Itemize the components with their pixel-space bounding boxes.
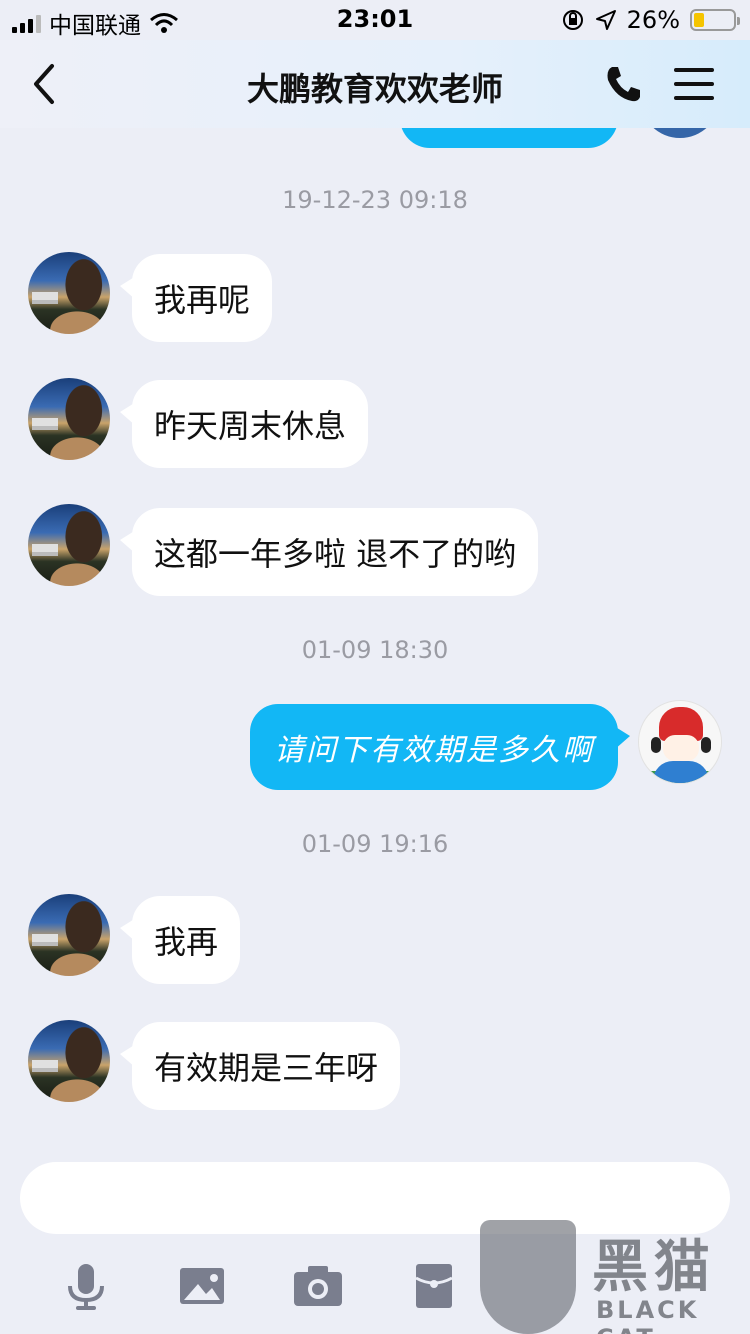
cat-shield-icon bbox=[480, 1220, 576, 1334]
timestamp: 19-12-23 09:18 bbox=[282, 186, 468, 214]
contact-avatar[interactable] bbox=[28, 894, 110, 976]
message-bubble-incoming[interactable]: 这都一年多啦 退不了的哟 bbox=[119, 508, 539, 596]
battery-icon bbox=[690, 9, 740, 31]
my-avatar[interactable] bbox=[640, 128, 720, 138]
rotation-lock-icon bbox=[562, 10, 583, 30]
microphone-icon[interactable] bbox=[56, 1256, 116, 1316]
message-bubble-outgoing[interactable] bbox=[400, 128, 618, 148]
nav-bar: 大鹏教育欢欢老师 bbox=[0, 40, 750, 128]
red-packet-icon[interactable] bbox=[404, 1256, 464, 1316]
battery-percent: 26% bbox=[626, 6, 680, 34]
my-avatar[interactable] bbox=[638, 700, 722, 784]
menu-icon[interactable] bbox=[674, 68, 714, 100]
message-bubble-incoming[interactable]: 有效期是三年呀 bbox=[119, 1022, 401, 1110]
watermark-subtitle: BLACK CAT bbox=[596, 1296, 700, 1334]
timestamp: 01-09 18:30 bbox=[301, 636, 449, 664]
contact-avatar[interactable] bbox=[28, 252, 110, 334]
message-bubble-outgoing[interactable]: 请问下有效期是多久啊 bbox=[250, 704, 630, 790]
black-cat-watermark: 黑猫 BLACK CAT bbox=[480, 1220, 750, 1334]
chat-area[interactable]: 19-12-23 09:18 我再呢 昨天周末休息 这都一年多啦 退不了的哟 0… bbox=[0, 128, 750, 1146]
timestamp: 01-09 19:16 bbox=[301, 830, 449, 858]
image-icon[interactable] bbox=[172, 1256, 232, 1316]
watermark-title: 黑猫 bbox=[592, 1235, 716, 1300]
contact-avatar[interactable] bbox=[28, 504, 110, 586]
camera-icon[interactable] bbox=[288, 1256, 348, 1316]
location-icon bbox=[595, 10, 616, 30]
status-right: 26% bbox=[561, 6, 740, 34]
message-bubble-incoming[interactable]: 我再呢 bbox=[119, 254, 273, 342]
message-bubble-incoming[interactable]: 昨天周末休息 bbox=[119, 380, 369, 468]
status-bar: 中国联通 23:01 26% bbox=[0, 0, 750, 40]
contact-avatar[interactable] bbox=[28, 1020, 110, 1102]
phone-icon[interactable] bbox=[604, 64, 642, 104]
message-bubble-incoming[interactable]: 我再 bbox=[119, 896, 241, 984]
contact-avatar[interactable] bbox=[28, 378, 110, 460]
